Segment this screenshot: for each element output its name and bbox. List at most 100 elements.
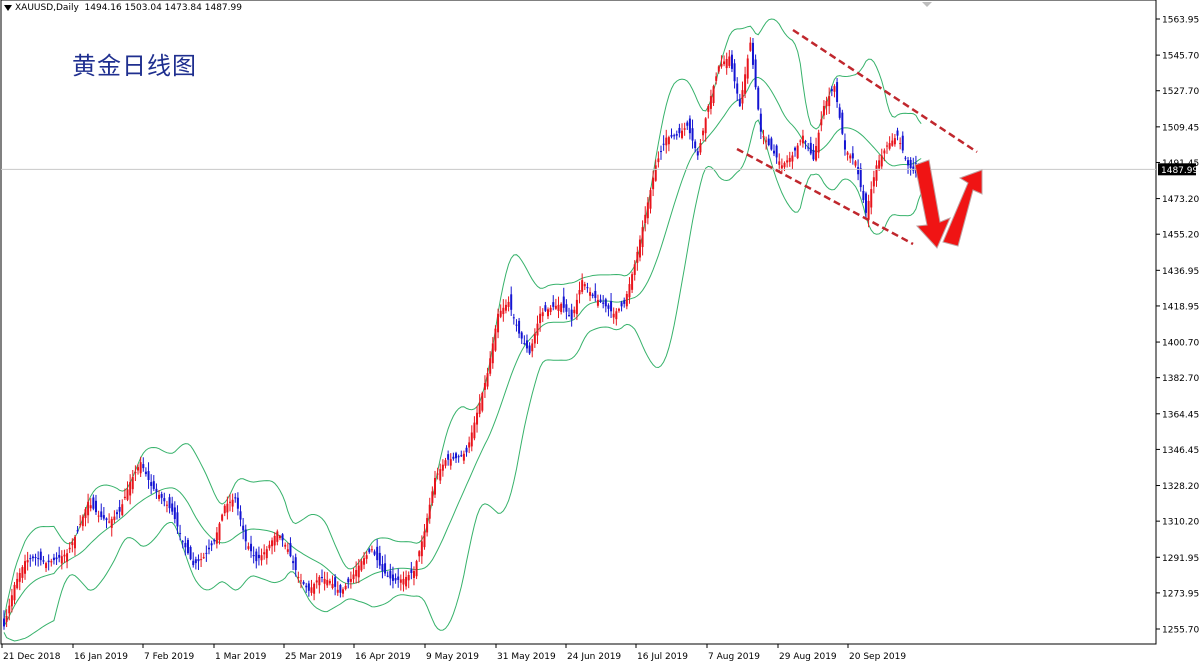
candle-body bbox=[557, 304, 560, 311]
candle-body bbox=[405, 576, 408, 587]
candle-body bbox=[799, 140, 802, 142]
candle-body bbox=[336, 589, 339, 593]
candle-body bbox=[589, 291, 592, 296]
channel-lower-line bbox=[736, 147, 914, 246]
current-price-label: 1487.99 bbox=[1161, 166, 1198, 176]
candle-body bbox=[502, 307, 505, 315]
candle-body bbox=[815, 146, 818, 161]
candle-body bbox=[289, 543, 292, 557]
candle-body bbox=[328, 580, 331, 584]
candle-body bbox=[715, 76, 718, 81]
candle-body bbox=[515, 324, 518, 326]
candle-body bbox=[489, 358, 492, 374]
candle-body bbox=[504, 304, 507, 311]
candle-body bbox=[688, 118, 691, 134]
candlestick-chart: 1563.951545.701527.701509.451491.451473.… bbox=[0, 0, 1199, 662]
chart-area: 1563.951545.701527.701509.451491.451473.… bbox=[0, 0, 1200, 664]
candle-body bbox=[137, 467, 140, 471]
candle-body bbox=[707, 105, 710, 112]
down-arrow-icon bbox=[914, 159, 951, 249]
candle-body bbox=[617, 308, 620, 311]
candle-body bbox=[523, 342, 526, 344]
candle-body bbox=[410, 569, 413, 573]
x-tick-label: 20 Sep 2019 bbox=[849, 652, 906, 662]
candle-body bbox=[833, 86, 836, 92]
candle-body bbox=[457, 456, 460, 458]
candle-body bbox=[909, 159, 912, 168]
candle-body bbox=[286, 549, 289, 552]
y-tick-label: 1563.95 bbox=[1162, 16, 1199, 26]
candle-body bbox=[717, 66, 720, 72]
candle-body bbox=[307, 583, 310, 591]
candle-body bbox=[213, 540, 216, 542]
candle-body bbox=[546, 309, 549, 317]
candle-body bbox=[536, 323, 539, 336]
candle-body bbox=[820, 119, 823, 126]
up-arrow-icon bbox=[942, 169, 983, 247]
candle-body bbox=[817, 132, 820, 153]
candle-body bbox=[436, 473, 439, 475]
candle-body bbox=[139, 462, 142, 474]
candle-body bbox=[641, 227, 644, 248]
candle-body bbox=[207, 547, 210, 550]
x-tick-label: 29 Aug 2019 bbox=[779, 652, 837, 662]
candle-body bbox=[155, 488, 158, 492]
candle-body bbox=[47, 560, 50, 563]
candle-body bbox=[294, 557, 297, 571]
candle-body bbox=[315, 580, 318, 583]
candle-body bbox=[738, 99, 741, 106]
candle-body bbox=[683, 128, 686, 130]
candle-body bbox=[265, 549, 268, 559]
candle-body bbox=[870, 189, 873, 208]
candle-body bbox=[144, 471, 147, 475]
candle-body bbox=[636, 251, 639, 263]
candle-body bbox=[728, 56, 731, 66]
candle-body bbox=[299, 580, 302, 582]
candle-body bbox=[255, 551, 258, 562]
y-tick-label: 1400.70 bbox=[1162, 339, 1199, 349]
candle-body bbox=[615, 311, 618, 320]
candle-body bbox=[323, 578, 326, 584]
x-tick-label: 16 Jan 2019 bbox=[74, 652, 128, 662]
candle-body bbox=[804, 141, 807, 143]
candle-body bbox=[775, 145, 778, 158]
candle-body bbox=[73, 536, 76, 549]
candle-body bbox=[854, 161, 857, 166]
candle-body bbox=[29, 558, 32, 560]
candle-body bbox=[142, 464, 145, 469]
candle-body bbox=[192, 560, 195, 566]
candle-body bbox=[123, 496, 126, 499]
candle-body bbox=[218, 523, 221, 541]
candle-body bbox=[809, 142, 812, 154]
candle-body bbox=[828, 96, 831, 107]
candle-body bbox=[365, 555, 368, 559]
candle-body bbox=[89, 505, 92, 509]
dropdown-triangle-icon[interactable] bbox=[4, 4, 12, 11]
candle-body bbox=[223, 505, 226, 514]
candle-body bbox=[531, 343, 534, 352]
candle-body bbox=[231, 499, 234, 507]
candle-body bbox=[794, 147, 797, 151]
candle-body bbox=[751, 42, 754, 65]
candle-body bbox=[297, 576, 300, 578]
candle-body bbox=[660, 151, 662, 153]
candle-body bbox=[352, 574, 355, 580]
candle-body bbox=[63, 554, 66, 557]
candle-body bbox=[407, 574, 410, 581]
candle-body bbox=[878, 160, 881, 169]
candle-body bbox=[583, 284, 586, 287]
candle-body bbox=[108, 521, 111, 523]
candle-body bbox=[893, 138, 896, 145]
candle-body bbox=[276, 531, 279, 542]
candle-body bbox=[725, 58, 728, 69]
candle-body bbox=[667, 137, 670, 145]
candle-body bbox=[94, 500, 97, 513]
candle-body bbox=[476, 412, 479, 425]
candle-body bbox=[313, 583, 316, 594]
candle-body bbox=[796, 145, 799, 159]
candle-body bbox=[801, 135, 804, 144]
candle-body bbox=[200, 559, 203, 561]
x-tick-label: 21 Dec 2018 bbox=[3, 652, 61, 662]
candle-body bbox=[612, 313, 615, 318]
candle-body bbox=[586, 287, 589, 289]
